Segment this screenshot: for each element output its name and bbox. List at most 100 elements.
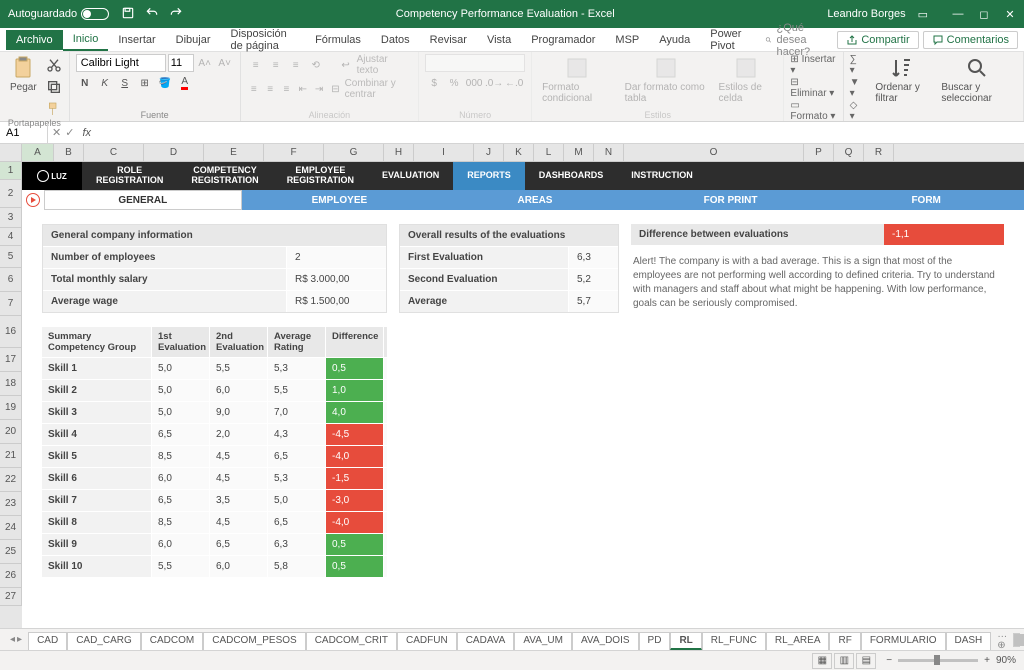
sheet-tab[interactable]: RL_FUNC: [702, 632, 766, 650]
dash-subnav-tab[interactable]: FOR PRINT: [633, 190, 829, 210]
column-header[interactable]: M: [564, 144, 594, 161]
column-header[interactable]: I: [414, 144, 474, 161]
delete-cells-button[interactable]: ⊟ Eliminar ▾: [790, 77, 836, 99]
redo-icon[interactable]: [169, 6, 183, 23]
row-header[interactable]: 24: [0, 516, 22, 540]
cancel-formula-icon[interactable]: ✕: [52, 126, 61, 139]
page-layout-view-icon[interactable]: ▥: [834, 653, 854, 669]
decrease-decimal-icon[interactable]: ←.0: [505, 74, 523, 92]
conditional-formatting-button[interactable]: Formato condicional: [538, 54, 617, 106]
column-header[interactable]: K: [504, 144, 534, 161]
column-header[interactable]: Q: [834, 144, 864, 161]
align-bottom-icon[interactable]: ≡: [287, 56, 305, 74]
zoom-in-button[interactable]: +: [984, 655, 990, 666]
dash-nav-tab[interactable]: INSTRUCTION: [617, 162, 707, 190]
sheet-tab[interactable]: RL_AREA: [766, 632, 830, 650]
zoom-out-button[interactable]: −: [886, 655, 892, 666]
column-header[interactable]: J: [474, 144, 504, 161]
orientation-icon[interactable]: ⟲: [307, 56, 325, 74]
find-select-button[interactable]: Buscar y seleccionar: [937, 54, 1017, 106]
currency-icon[interactable]: $: [425, 74, 443, 92]
align-center-icon[interactable]: ≡: [263, 80, 277, 98]
sheet-tab[interactable]: AVA_UM: [514, 632, 572, 650]
enter-formula-icon[interactable]: ✓: [65, 126, 74, 139]
ribbon-options-icon[interactable]: ▭: [918, 8, 928, 21]
font-name-select[interactable]: [76, 54, 166, 72]
sheet-tab[interactable]: RF: [829, 632, 860, 650]
dash-nav-tab[interactable]: REPORTS: [453, 162, 525, 190]
row-header[interactable]: 20: [0, 420, 22, 444]
font-color-icon[interactable]: A: [176, 74, 194, 92]
tab-formulas[interactable]: Fórmulas: [305, 30, 371, 50]
row-header[interactable]: 27: [0, 588, 22, 606]
row-header[interactable]: 17: [0, 348, 22, 372]
indent-decrease-icon[interactable]: ⇤: [296, 80, 310, 98]
increase-decimal-icon[interactable]: .0→: [485, 74, 503, 92]
column-header[interactable]: G: [324, 144, 384, 161]
tab-review[interactable]: Revisar: [420, 30, 477, 50]
row-header[interactable]: 18: [0, 372, 22, 396]
sheet-tabs-more[interactable]: … ⊕: [991, 629, 1013, 651]
column-header[interactable]: A: [22, 144, 54, 161]
wrap-text-icon[interactable]: ↩: [337, 56, 355, 74]
worksheet-area[interactable]: LUZ ROLEREGISTRATIONCOMPETENCYREGISTRATI…: [22, 162, 1024, 628]
tab-msp[interactable]: MSP: [605, 30, 649, 50]
font-size-select[interactable]: [168, 54, 194, 72]
dash-subnav-tab[interactable]: EMPLOYEE: [242, 190, 438, 210]
underline-icon[interactable]: S: [116, 74, 134, 92]
close-button[interactable]: ✕: [1004, 8, 1016, 21]
sheet-tab[interactable]: DASH: [946, 632, 992, 650]
scroll-tabs-left-icon[interactable]: ◂: [10, 634, 15, 645]
minimize-button[interactable]: —: [952, 8, 964, 21]
tab-help[interactable]: Ayuda: [649, 30, 700, 50]
dash-subnav-tab[interactable]: AREAS: [437, 190, 633, 210]
row-header[interactable]: 26: [0, 564, 22, 588]
format-painter-icon[interactable]: [45, 100, 63, 118]
maximize-button[interactable]: ◻: [978, 8, 990, 21]
fx-icon[interactable]: fx: [78, 127, 95, 139]
column-header[interactable]: F: [264, 144, 324, 161]
normal-view-icon[interactable]: ▦: [812, 653, 832, 669]
align-middle-icon[interactable]: ≡: [267, 56, 285, 74]
column-header[interactable]: L: [534, 144, 564, 161]
align-right-icon[interactable]: ≡: [279, 80, 293, 98]
increase-font-icon[interactable]: A˄: [196, 54, 214, 72]
column-header[interactable]: R: [864, 144, 894, 161]
align-left-icon[interactable]: ≡: [247, 80, 261, 98]
decrease-font-icon[interactable]: A˅: [216, 54, 234, 72]
align-top-icon[interactable]: ≡: [247, 56, 265, 74]
row-header[interactable]: 3: [0, 208, 22, 228]
column-header[interactable]: E: [204, 144, 264, 161]
zoom-level[interactable]: 90%: [996, 655, 1016, 666]
sheet-tab[interactable]: CADAVA: [457, 632, 515, 650]
comments-button[interactable]: Comentarios: [923, 31, 1018, 49]
column-header[interactable]: D: [144, 144, 204, 161]
fill-color-icon[interactable]: 🪣: [156, 74, 174, 92]
column-header[interactable]: H: [384, 144, 414, 161]
tab-data[interactable]: Datos: [371, 30, 420, 50]
paste-button[interactable]: Pegar: [6, 54, 41, 95]
tab-home[interactable]: Inicio: [63, 29, 109, 51]
tab-insert[interactable]: Insertar: [108, 30, 165, 50]
tab-view[interactable]: Vista: [477, 30, 521, 50]
autosum-icon[interactable]: ∑ ▾: [850, 54, 864, 76]
cut-icon[interactable]: [45, 56, 63, 74]
tab-developer[interactable]: Programador: [521, 30, 605, 50]
row-header[interactable]: 19: [0, 396, 22, 420]
dash-subnav-tab[interactable]: FORM: [828, 190, 1024, 210]
page-break-view-icon[interactable]: ▤: [856, 653, 876, 669]
tab-pagelayout[interactable]: Disposición de página: [221, 24, 306, 56]
dash-nav-tab[interactable]: EMPLOYEEREGISTRATION: [273, 162, 368, 190]
scroll-tabs-right-icon[interactable]: ▸: [17, 634, 22, 645]
row-header[interactable]: 4: [0, 228, 22, 246]
dash-subnav-tab[interactable]: GENERAL: [44, 190, 242, 210]
column-header[interactable]: N: [594, 144, 624, 161]
name-box[interactable]: A1: [0, 122, 48, 143]
sheet-tab[interactable]: CADCOM_CRIT: [306, 632, 397, 650]
insert-cells-button[interactable]: ⊞ Insertar ▾: [790, 54, 836, 76]
row-header[interactable]: 22: [0, 468, 22, 492]
comma-icon[interactable]: 000: [465, 74, 483, 92]
column-header[interactable]: B: [54, 144, 84, 161]
dash-nav-tab[interactable]: ROLEREGISTRATION: [82, 162, 177, 190]
column-header[interactable]: O: [624, 144, 804, 161]
